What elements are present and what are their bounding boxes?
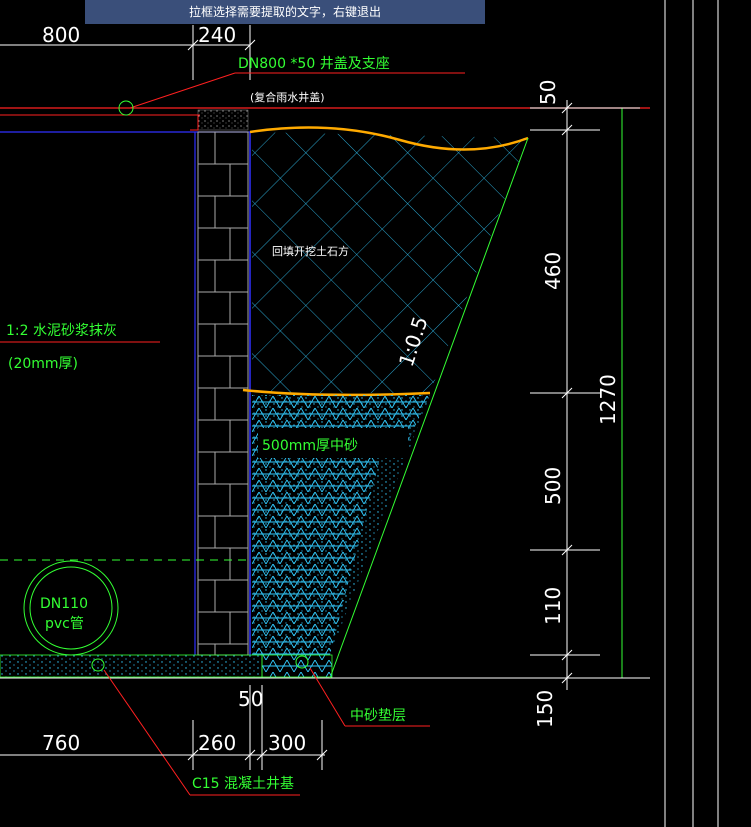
label-cover: DN800 *50 井盖及支座 [238, 56, 390, 72]
label-base: C15 混凝土井基 [192, 775, 294, 792]
brick-wall [194, 131, 251, 656]
label-pipe1: DN110 [40, 596, 88, 612]
brick-outline [197, 131, 249, 656]
cover-callout: DN800 *50 井盖及支座 (复合雨水井盖) [118, 56, 465, 131]
label-backfill: 回填开挖土石方 [272, 244, 349, 258]
label-cushion: 中砂垫层 [350, 708, 406, 724]
dim-760: 760 [42, 731, 80, 755]
pipe: DN110 pvc管 [0, 559, 250, 656]
label-cover-sub: (复合雨水井盖) [250, 90, 325, 104]
dim-800: 800 [42, 23, 80, 47]
base-slab [0, 654, 333, 678]
dim-460: 460 [541, 252, 565, 290]
top-dimension-row: 800 240 [0, 23, 256, 80]
dim-110: 110 [541, 587, 565, 625]
dim-500: 500 [541, 467, 565, 505]
bottom-callouts: 中砂垫层 C15 混凝土井基 [103, 667, 430, 796]
right-dimension-chain: 50 460 1270 500 110 150 [530, 80, 640, 728]
label-sand: 500mm厚中砂 [262, 438, 358, 454]
dim-right-50: 50 [536, 80, 560, 105]
dim-150: 150 [533, 690, 557, 728]
label-plaster1: 1:2 水泥砂浆抹灰 [6, 323, 117, 339]
dim-240: 240 [198, 23, 236, 47]
frame-lines [664, 0, 719, 827]
sand-region: 500mm厚中砂 [252, 395, 430, 655]
dim-1270: 1270 [596, 374, 620, 425]
dim-260: 260 [198, 731, 236, 755]
label-plaster2: (20mm厚) [8, 356, 78, 372]
plaster-callout: 1:2 水泥砂浆抹灰 (20mm厚) [0, 323, 160, 372]
tooltip-banner: 拉框选择需要提取的文字，右键退出 [85, 0, 485, 24]
label-pipe2: pvc管 [45, 616, 84, 632]
cad-drawing: 800 240 DN800 *50 井盖及支座 (复合雨水井盖) 回填开挖土石方… [0, 0, 719, 827]
dim-300: 300 [268, 731, 306, 755]
dim-bottom-50: 50 [238, 687, 263, 711]
